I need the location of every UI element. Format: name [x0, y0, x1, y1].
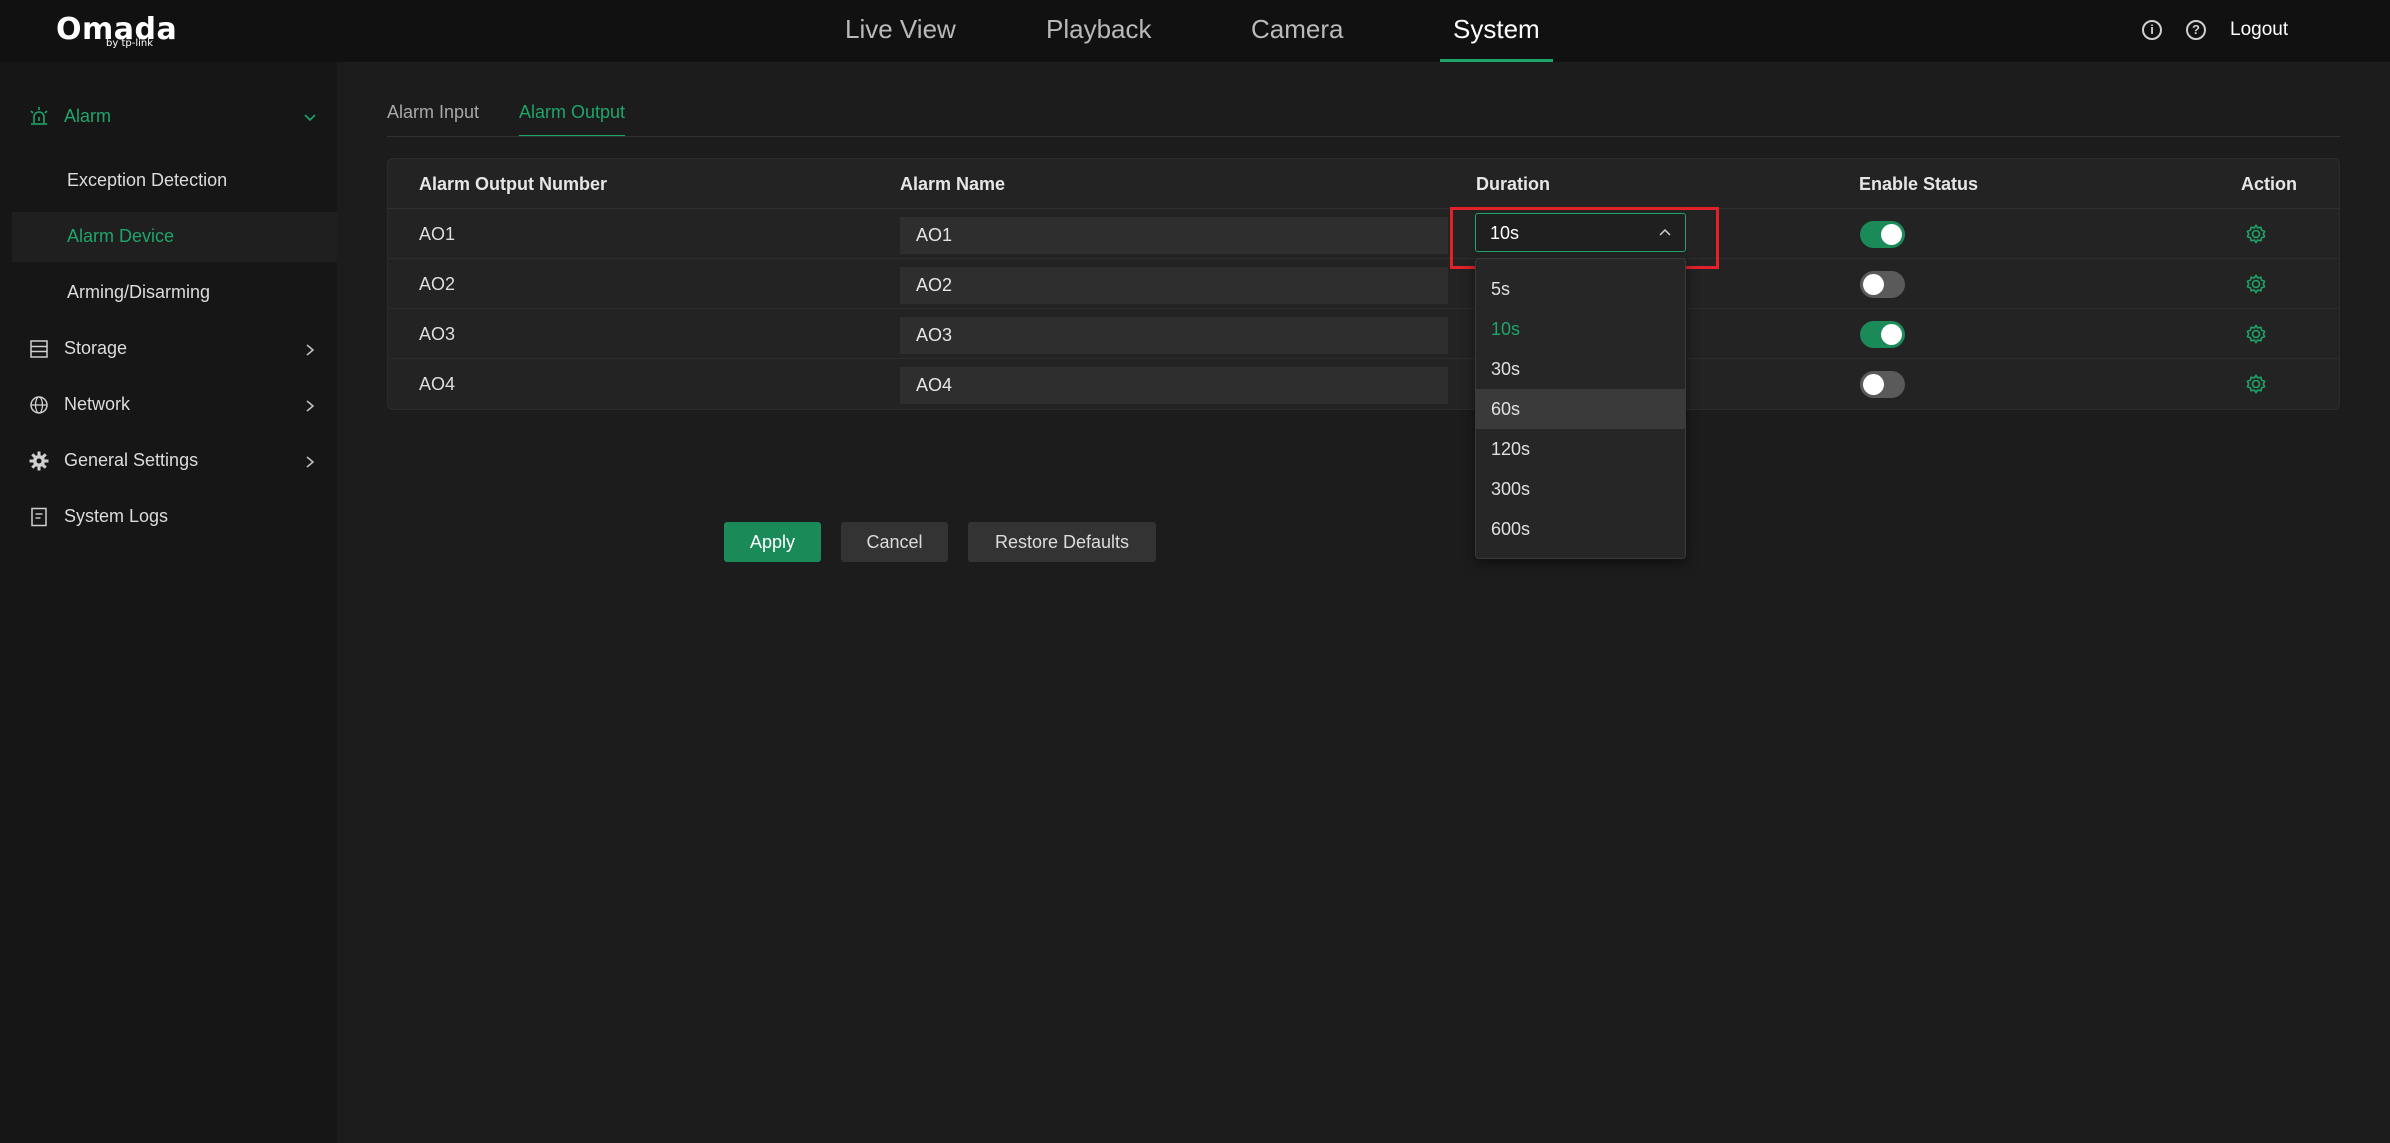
duration-option[interactable]: 120s	[1476, 429, 1685, 469]
sidebar-item-arming-disarming[interactable]: Arming/Disarming	[12, 268, 337, 318]
tab-alarm-output[interactable]: Alarm Output	[519, 102, 626, 137]
sidebar: Alarm Exception Detection Alarm Device A…	[0, 62, 337, 1143]
duration-option[interactable]: 5s	[1476, 269, 1685, 309]
duration-option[interactable]: 10s	[1476, 309, 1685, 349]
toggle-knob	[1863, 274, 1884, 295]
logout-button[interactable]: Logout	[2230, 19, 2288, 41]
sidebar-item-storage[interactable]: Storage	[0, 324, 337, 374]
sidebar-item-network[interactable]: Network	[0, 380, 337, 430]
header-alarm-output-number: Alarm Output Number	[419, 174, 608, 194]
alarm-name-input[interactable]	[900, 317, 1448, 354]
duration-option[interactable]: 60s	[1476, 389, 1685, 429]
storage-icon	[30, 340, 48, 358]
duration-option[interactable]: 300s	[1476, 469, 1685, 509]
alarm-output-number: AO4	[419, 374, 456, 394]
sidebar-item-system-logs[interactable]: System Logs	[0, 492, 337, 542]
duration-select-value: 10s	[1490, 223, 1520, 243]
nav-system-label: System	[1453, 14, 1540, 44]
sidebar-item-alarm[interactable]: Alarm	[0, 92, 337, 142]
info-icon[interactable]: i	[2142, 20, 2162, 40]
apply-button[interactable]: Apply	[724, 522, 821, 562]
duration-option-label: 600s	[1491, 519, 1531, 539]
chevron-right-icon	[306, 400, 315, 412]
gear-icon	[29, 451, 49, 471]
duration-option-label: 60s	[1491, 399, 1521, 419]
duration-select[interactable]: 10s	[1475, 213, 1686, 252]
duration-option-label: 300s	[1491, 479, 1531, 499]
restore-defaults-button[interactable]: Restore Defaults	[968, 522, 1156, 562]
duration-option[interactable]: 600s	[1476, 509, 1685, 549]
toggle-knob	[1863, 374, 1884, 395]
globe-icon	[30, 396, 48, 414]
chevron-down-icon	[304, 114, 316, 122]
cancel-button[interactable]: Cancel	[841, 522, 948, 562]
duration-option[interactable]: 30s	[1476, 349, 1685, 389]
header-action: Action	[2241, 174, 2297, 194]
nav-live-view[interactable]: Live View	[845, 14, 956, 62]
nav-camera[interactable]: Camera	[1251, 14, 1343, 62]
settings-gear-icon[interactable]	[2243, 371, 2269, 397]
settings-gear-icon[interactable]	[2243, 321, 2269, 347]
alarm-name-input[interactable]	[900, 217, 1448, 254]
table-row: AO1	[388, 209, 2339, 259]
table-row: AO2	[388, 259, 2339, 309]
document-icon	[31, 507, 47, 527]
settings-gear-icon[interactable]	[2243, 221, 2269, 247]
chevron-right-icon	[306, 344, 315, 356]
alarm-output-number: AO3	[419, 324, 456, 344]
table-header: Alarm Output Number Alarm Name Duration …	[388, 159, 2339, 209]
header-enable-status: Enable Status	[1859, 174, 1979, 194]
tab-divider	[387, 136, 2340, 137]
sidebar-item-alarm-label: Alarm	[64, 106, 112, 126]
header-duration: Duration	[1476, 174, 1550, 194]
duration-dropdown: 5s 10s 30s 60s 120s 300s 600s	[1475, 258, 1686, 559]
duration-option-label: 30s	[1491, 359, 1521, 379]
sidebar-item-exception-detection[interactable]: Exception Detection	[12, 156, 337, 206]
toggle-knob	[1881, 224, 1902, 245]
tab-alarm-input[interactable]: Alarm Input	[387, 102, 479, 135]
alarm-output-table: Alarm Output Number Alarm Name Duration …	[387, 158, 2340, 410]
logo-subtext: by tp-link	[106, 38, 154, 49]
alarm-siren-icon	[30, 107, 48, 125]
alarm-output-number: AO1	[419, 224, 456, 244]
help-icon[interactable]: ?	[2186, 20, 2206, 40]
toggle-knob	[1881, 324, 1902, 345]
nav-playback[interactable]: Playback	[1046, 14, 1152, 62]
top-bar: Omada by tp-link Live View Playback Came…	[0, 0, 2390, 62]
sidebar-item-system-logs-label: System Logs	[64, 506, 169, 526]
sidebar-item-alarm-device[interactable]: Alarm Device	[12, 212, 337, 262]
enable-toggle[interactable]	[1860, 221, 1905, 248]
chevron-right-icon	[306, 456, 315, 468]
chevron-up-icon	[1659, 228, 1671, 236]
enable-toggle[interactable]	[1860, 321, 1905, 348]
sidebar-item-alarm-device-label: Alarm Device	[67, 226, 175, 246]
table-row: AO4	[388, 359, 2339, 409]
table-row: AO3	[388, 309, 2339, 359]
enable-toggle[interactable]	[1860, 371, 1905, 398]
sidebar-item-network-label: Network	[64, 394, 131, 414]
sidebar-item-exception-detection-label: Exception Detection	[67, 170, 228, 190]
duration-option-label: 5s	[1491, 279, 1511, 299]
sidebar-item-storage-label: Storage	[64, 338, 128, 358]
duration-option-label: 10s	[1491, 319, 1521, 339]
enable-toggle[interactable]	[1860, 271, 1905, 298]
alarm-name-input[interactable]	[900, 267, 1448, 304]
nav-system[interactable]: System	[1440, 14, 1553, 62]
sidebar-item-general-settings-label: General Settings	[64, 450, 199, 470]
alarm-output-number: AO2	[419, 274, 456, 294]
sidebar-item-general-settings[interactable]: General Settings	[0, 436, 337, 486]
settings-gear-icon[interactable]	[2243, 271, 2269, 297]
omada-logo[interactable]: Omada by tp-link	[56, 12, 177, 52]
duration-option-label: 120s	[1491, 439, 1531, 459]
sidebar-item-arming-disarming-label: Arming/Disarming	[67, 282, 211, 302]
header-alarm-name: Alarm Name	[900, 174, 1006, 194]
alarm-name-input[interactable]	[900, 367, 1448, 404]
main-content: Alarm Input Alarm Output Alarm Output Nu…	[337, 62, 2390, 1143]
